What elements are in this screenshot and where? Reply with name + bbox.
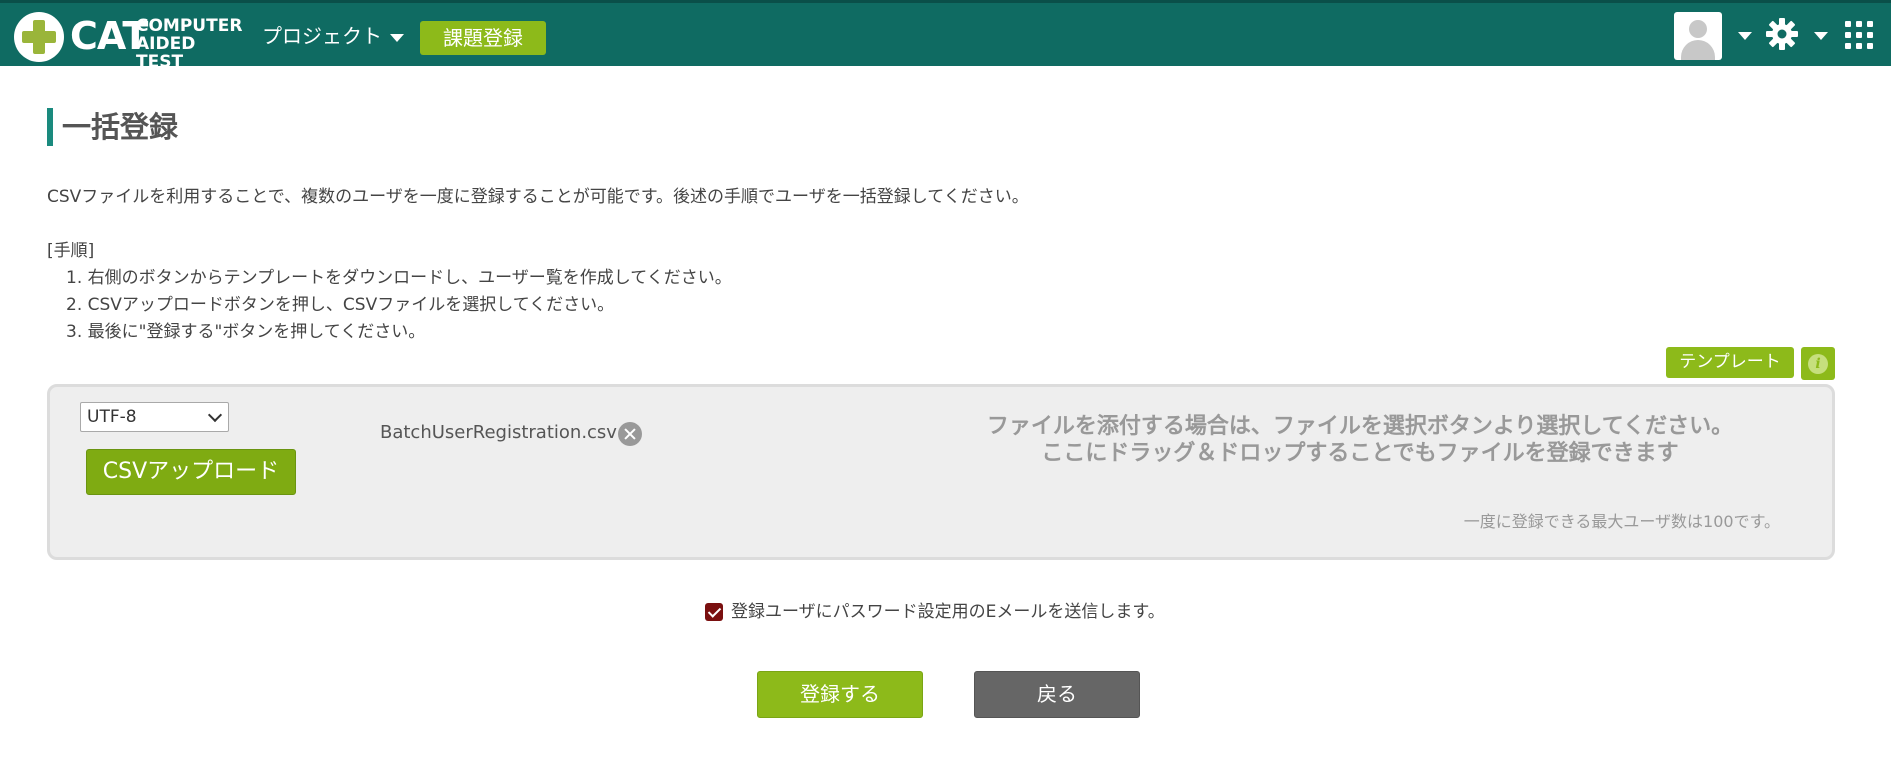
step-item: 1. 右側のボタンからテンプレートをダウンロードし、ユーザー覧を作成してください… xyxy=(66,268,732,288)
dropzone-instruction-line: ここにドラッグ＆ドロップすることでもファイルを登録できます xyxy=(1041,441,1679,466)
register-button[interactable]: 登録する xyxy=(757,671,923,718)
steps-list: 1. 右側のボタンからテンプレートをダウンロードし、ユーザー覧を作成してください… xyxy=(66,265,732,346)
csv-upload-button[interactable]: CSVアップロード xyxy=(86,449,296,495)
apps-grid-dot xyxy=(1856,21,1862,27)
avatar-body-shape xyxy=(1681,40,1715,60)
chevron-down-icon xyxy=(390,33,404,42)
chevron-down-icon xyxy=(207,407,223,423)
dropzone-instruction-line: ファイルを添付する場合は、ファイルを選択ボタンより選択してください。 xyxy=(986,414,1734,439)
apps-grid-dot xyxy=(1867,32,1873,38)
info-icon: i xyxy=(1808,354,1828,374)
apps-grid-dot xyxy=(1867,21,1873,27)
steps-label: [手順] xyxy=(47,241,95,261)
file-dropzone[interactable] xyxy=(47,384,1835,560)
page-description: CSVファイルを利用することで、複数のユーザを一度に登録することが可能です。後述… xyxy=(47,187,1029,207)
apps-grid-icon[interactable] xyxy=(1845,21,1873,49)
step-item: 2. CSVアップロードボタンを押し、CSVファイルを選択してください。 xyxy=(66,295,615,315)
encoding-select[interactable]: UTF-8 xyxy=(80,402,229,432)
task-register-button[interactable]: 課題登録 xyxy=(420,21,546,55)
avatar-head-shape xyxy=(1689,20,1707,38)
apps-grid-dot xyxy=(1845,43,1851,49)
project-menu-label: プロジェクト xyxy=(262,24,382,48)
encoding-selected-value: UTF-8 xyxy=(87,407,137,427)
dropzone-instructions: ファイルを添付する場合は、ファイルを選択ボタンより選択してください。 ここにドラ… xyxy=(930,413,1790,467)
max-users-note: 一度に登録できる最大ユーザ数は100です。 xyxy=(1463,512,1780,531)
page-title: 一括登録 xyxy=(62,110,179,144)
apps-grid-dot xyxy=(1845,32,1851,38)
remove-file-icon[interactable] xyxy=(618,422,642,446)
user-menu-chevron-icon[interactable] xyxy=(1738,32,1752,40)
apps-grid-dot xyxy=(1856,32,1862,38)
template-download-button[interactable]: テンプレート xyxy=(1666,347,1794,378)
title-accent-bar xyxy=(47,108,53,146)
logo-subtext: COMPUTER AIDED TEST xyxy=(136,16,243,72)
logo-cross-icon[interactable] xyxy=(14,12,64,62)
project-menu[interactable]: プロジェクト xyxy=(262,23,404,49)
send-email-label[interactable]: 登録ユーザにパスワード設定用のEメールを送信します。 xyxy=(731,600,1165,624)
gear-icon[interactable] xyxy=(1765,17,1799,51)
apps-grid-dot xyxy=(1845,21,1851,27)
top-navigation-bar: CAT COMPUTER AIDED TEST プロジェクト 課題登録 xyxy=(0,0,1891,71)
settings-menu-chevron-icon[interactable] xyxy=(1814,32,1828,40)
info-button[interactable]: i xyxy=(1801,347,1835,380)
user-avatar[interactable] xyxy=(1674,12,1722,60)
send-email-checkbox[interactable] xyxy=(705,603,723,621)
back-button[interactable]: 戻る xyxy=(974,671,1140,718)
apps-grid-dot xyxy=(1856,43,1862,49)
step-item: 3. 最後に"登録する"ボタンを押してください。 xyxy=(66,322,426,342)
uploaded-filename: BatchUserRegistration.csv xyxy=(380,422,617,443)
apps-grid-dot xyxy=(1867,43,1873,49)
